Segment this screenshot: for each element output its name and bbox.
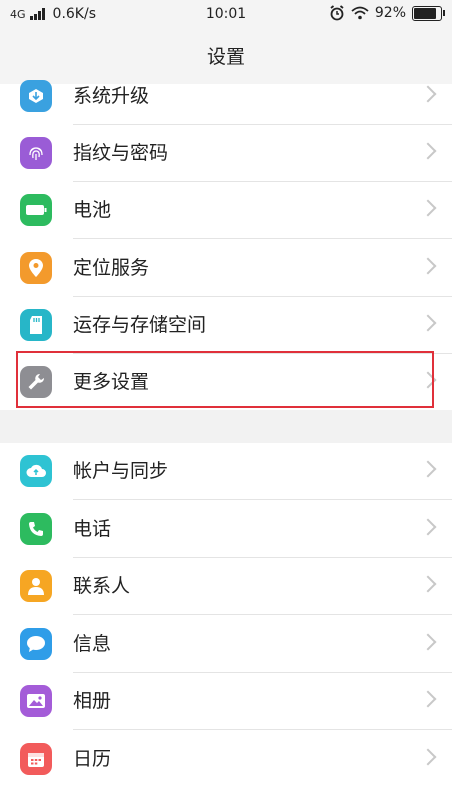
settings-row-label: 指纹与密码: [73, 142, 169, 164]
settings-row[interactable]: 电话: [0, 501, 452, 558]
settings-row-label: 系统升级: [73, 85, 150, 107]
settings-row[interactable]: 运存与存储空间: [0, 297, 452, 354]
settings-row-label: 联系人: [73, 575, 131, 597]
contact-person-icon: [20, 570, 52, 602]
settings-row[interactable]: 指纹与密码: [0, 125, 452, 182]
message-bubble-icon: [20, 628, 52, 660]
settings-row[interactable]: 相册: [0, 673, 452, 730]
settings-row[interactable]: 更多设置: [0, 354, 452, 411]
chevron-right-icon: [419, 371, 437, 389]
status-bar: 4G 0.6K/s 10:01 92%: [0, 0, 452, 30]
chevron-right-icon: [419, 142, 437, 160]
chevron-right-icon: [419, 575, 437, 593]
wrench-icon: [20, 366, 52, 398]
fingerprint-icon: [20, 137, 52, 169]
settings-row-label: 电池: [73, 199, 112, 221]
settings-list-apps: 帐户与同步电话联系人信息相册日历: [0, 443, 452, 800]
row-divider: [73, 729, 452, 730]
settings-row-label: 信息: [73, 633, 112, 655]
battery-percent: 92%: [374, 5, 406, 21]
sd-card-icon: [20, 309, 52, 341]
row-divider: [73, 499, 452, 500]
settings-row[interactable]: 帐户与同步: [0, 443, 452, 500]
chevron-right-icon: [419, 518, 437, 536]
battery-icon: [20, 194, 52, 226]
location-pin-icon: [20, 252, 52, 284]
settings-row[interactable]: 信息: [0, 616, 452, 673]
settings-row-label: 定位服务: [73, 257, 150, 279]
calendar-icon: [20, 743, 52, 775]
status-right: 92%: [329, 5, 445, 21]
settings-row-label: 更多设置: [73, 371, 150, 393]
settings-row[interactable]: 定位服务: [0, 240, 452, 297]
wifi-icon: [351, 6, 369, 20]
chevron-right-icon: [419, 314, 437, 332]
chevron-right-icon: [419, 690, 437, 708]
battery-status-icon: [412, 5, 445, 21]
settings-row[interactable]: 电池: [0, 182, 452, 239]
settings-row-label: 相册: [73, 690, 112, 712]
chevron-right-icon: [419, 257, 437, 275]
settings-row[interactable]: 日历: [0, 731, 452, 788]
chevron-right-icon: [419, 748, 437, 766]
settings-row[interactable]: 联系人: [0, 558, 452, 615]
settings-row-label: 日历: [73, 748, 112, 770]
system-update-icon: [20, 80, 52, 112]
chevron-right-icon: [419, 85, 437, 103]
photo-album-icon: [20, 685, 52, 717]
chevron-right-icon: [419, 199, 437, 217]
phone-icon: [20, 513, 52, 545]
alarm-icon: [330, 5, 344, 21]
chevron-right-icon: [419, 633, 437, 651]
settings-list-system: 系统升级指纹与密码电池定位服务运存与存储空间 更多设置: [0, 80, 452, 411]
row-divider: [73, 614, 452, 615]
settings-row-label: 运存与存储空间: [73, 314, 207, 336]
cloud-sync-icon: [20, 455, 52, 487]
settings-row-label: 电话: [73, 518, 112, 540]
settings-row-label: 帐户与同步: [73, 460, 169, 482]
row-divider: [73, 238, 452, 239]
chevron-right-icon: [419, 460, 437, 478]
settings-row[interactable]: 系统升级: [0, 68, 452, 125]
